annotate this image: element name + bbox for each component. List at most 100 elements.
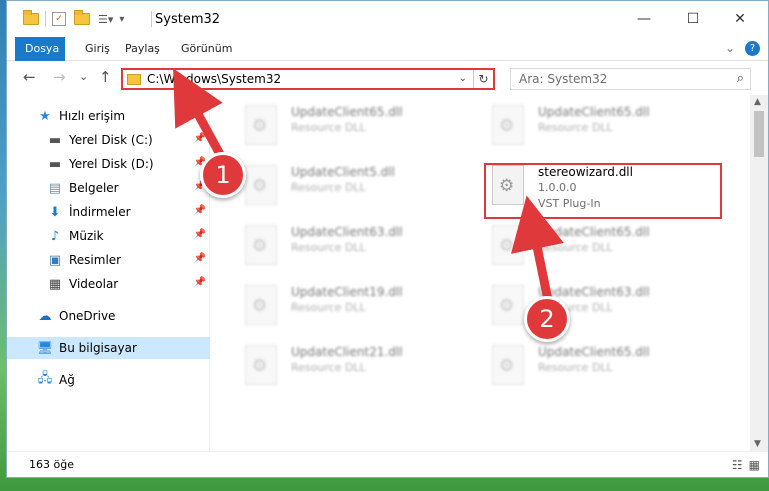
file-item[interactable]: UpdateClient21.dll Resource DLL [237, 339, 467, 395]
minimize-button[interactable]: — [621, 1, 667, 37]
address-bar[interactable]: C:\Windows\System32 ⌄ ↻ [121, 68, 495, 90]
sidebar-item-videos[interactable]: ▦ Videolar 📌 [7, 273, 210, 295]
forward-button[interactable]: → [53, 68, 66, 86]
details-view-icon[interactable]: ☷ [732, 458, 743, 472]
scroll-thumb[interactable] [754, 111, 764, 157]
explorer-window: ✓ ☰▾ ▾ System32 — ☐ ✕ Dosya Giriş Paylaş… [6, 0, 769, 478]
pin-icon: 📌 [193, 133, 206, 144]
file-name: UpdateClient19.dll [291, 285, 403, 299]
sidebar-item-local-disk-d[interactable]: ▬ Yerel Disk (D:) 📌 [7, 153, 210, 175]
step-1-callout: 1 [200, 152, 246, 198]
star-icon: ★ [39, 108, 51, 124]
file-type: Resource DLL [291, 121, 366, 134]
address-dropdown-icon[interactable]: ⌄ [459, 70, 467, 88]
title-bar: ✓ ☰▾ ▾ System32 — ☐ ✕ [7, 1, 768, 37]
refresh-button[interactable]: ↻ [473, 70, 493, 88]
tab-file[interactable]: Dosya [15, 37, 65, 61]
maximize-button[interactable]: ☐ [670, 1, 716, 37]
cloud-icon: ☁ [38, 308, 52, 324]
file-name: UpdateClient65.dll [538, 345, 650, 359]
help-icon[interactable]: ? [745, 41, 760, 56]
dll-file-icon [245, 285, 277, 325]
sidebar-item-onedrive[interactable]: ☁ OneDrive [7, 305, 210, 327]
back-button[interactable]: ← [23, 68, 36, 86]
vertical-scrollbar[interactable]: ▲ ▼ [750, 95, 768, 451]
address-path[interactable]: C:\Windows\System32 [147, 72, 281, 86]
file-name: UpdateClient65.dll [538, 105, 650, 119]
customize-icon[interactable]: ☰▾ [98, 13, 113, 26]
file-name: UpdateClient65.dll [291, 105, 403, 119]
file-item[interactable]: UpdateClient5.dll Resource DLL [237, 159, 467, 215]
file-name: UpdateClient63.dll [291, 225, 403, 239]
download-icon: ⬇ [49, 204, 61, 220]
scroll-up-icon[interactable]: ▲ [754, 97, 761, 107]
file-item[interactable]: UpdateClient63.dll Resource DLL [484, 279, 714, 335]
documents-icon: ▤ [48, 180, 62, 196]
sidebar-item-this-pc[interactable]: 🖥 Bu bilgisayar [7, 337, 210, 359]
dll-file-icon [492, 225, 524, 265]
music-icon: ♪ [50, 228, 60, 244]
computer-icon: 🖥 [36, 340, 54, 356]
ribbon-controls: ⌄ ? [725, 41, 760, 56]
search-input[interactable]: Ara: System32 [519, 72, 607, 86]
properties-icon[interactable]: ✓ [52, 12, 66, 26]
view-toggle: ☷ ▦ [732, 458, 760, 472]
file-list: UpdateClient65.dll Resource DLL UpdateCl… [211, 95, 748, 451]
file-name: UpdateClient65.dll [538, 225, 650, 239]
pin-icon: 📌 [193, 253, 206, 264]
tab-share[interactable]: Paylaş [115, 37, 170, 61]
sidebar-item-label: Müzik [69, 229, 104, 243]
dll-file-icon [492, 345, 524, 385]
tab-view[interactable]: Görünüm [171, 37, 242, 61]
tiles-view-icon[interactable]: ▦ [749, 458, 760, 472]
sidebar-item-local-disk-c[interactable]: ▬ Yerel Disk (C:) 📌 [7, 129, 210, 151]
file-type: Resource DLL [538, 361, 613, 374]
file-item[interactable]: UpdateClient65.dll Resource DLL [484, 339, 714, 395]
sidebar-item-documents[interactable]: ▤ Belgeler 📌 [7, 177, 210, 199]
file-item[interactable]: UpdateClient65.dll Resource DLL [237, 99, 467, 155]
file-type: Resource DLL [538, 241, 613, 254]
close-button[interactable]: ✕ [717, 1, 763, 37]
file-item[interactable]: UpdateClient63.dll Resource DLL [237, 219, 467, 275]
sidebar-item-label: Hızlı erişim [59, 109, 126, 123]
sidebar-item-label: Resimler [69, 253, 122, 267]
tab-home[interactable]: Giriş [75, 37, 120, 61]
sidebar-item-music[interactable]: ♪ Müzik 📌 [7, 225, 210, 247]
chevron-down-icon[interactable]: ⌄ [725, 41, 735, 56]
up-button[interactable]: ↑ [99, 68, 112, 86]
drive-icon: ▬ [48, 156, 62, 172]
navigation-pane: ★ Hızlı erişim ▬ Yerel Disk (C:) 📌 ▬ Yer… [7, 95, 210, 451]
file-item[interactable]: UpdateClient65.dll Resource DLL [484, 99, 714, 155]
step-2-callout: 2 [524, 296, 570, 342]
sidebar-item-network[interactable]: 🖧 Ağ [7, 369, 210, 391]
videos-icon: ▦ [48, 276, 62, 292]
sidebar-item-quick-access[interactable]: ★ Hızlı erişim [7, 105, 210, 127]
scroll-down-icon[interactable]: ▼ [754, 439, 761, 449]
dll-file-icon [245, 225, 277, 265]
sidebar-item-label: Bu bilgisayar [59, 341, 137, 355]
file-item[interactable]: UpdateClient65.dll Resource DLL [484, 219, 714, 275]
dll-file-icon [245, 345, 277, 385]
qa-dropdown-icon[interactable]: ▾ [119, 14, 124, 25]
sidebar-item-label: Yerel Disk (D:) [69, 157, 154, 171]
recent-locations-button[interactable]: ⌄ [79, 70, 88, 83]
file-item[interactable]: UpdateClient19.dll Resource DLL [237, 279, 467, 335]
sidebar-item-pictures[interactable]: ▣ Resimler 📌 [7, 249, 210, 271]
separator [151, 11, 152, 27]
dll-file-icon [245, 105, 277, 145]
pictures-icon: ▣ [48, 252, 62, 268]
file-type: Resource DLL [291, 181, 366, 194]
status-bar: 163 öğe ☷ ▦ [7, 451, 768, 477]
item-count: 163 öğe [29, 458, 74, 471]
network-icon: 🖧 [37, 371, 53, 386]
dll-file-icon [245, 165, 277, 205]
sidebar-item-label: Belgeler [69, 181, 119, 195]
pin-icon: 📌 [193, 277, 206, 288]
folder-icon [127, 74, 141, 85]
search-icon: ⌕ [736, 71, 744, 86]
file-type: Resource DLL [291, 241, 366, 254]
sidebar-item-downloads[interactable]: ⬇ İndirmeler 📌 [7, 201, 210, 223]
new-folder-icon[interactable] [74, 10, 90, 25]
search-box[interactable]: Ara: System32 ⌕ [510, 68, 751, 90]
sidebar-item-label: OneDrive [59, 309, 116, 323]
